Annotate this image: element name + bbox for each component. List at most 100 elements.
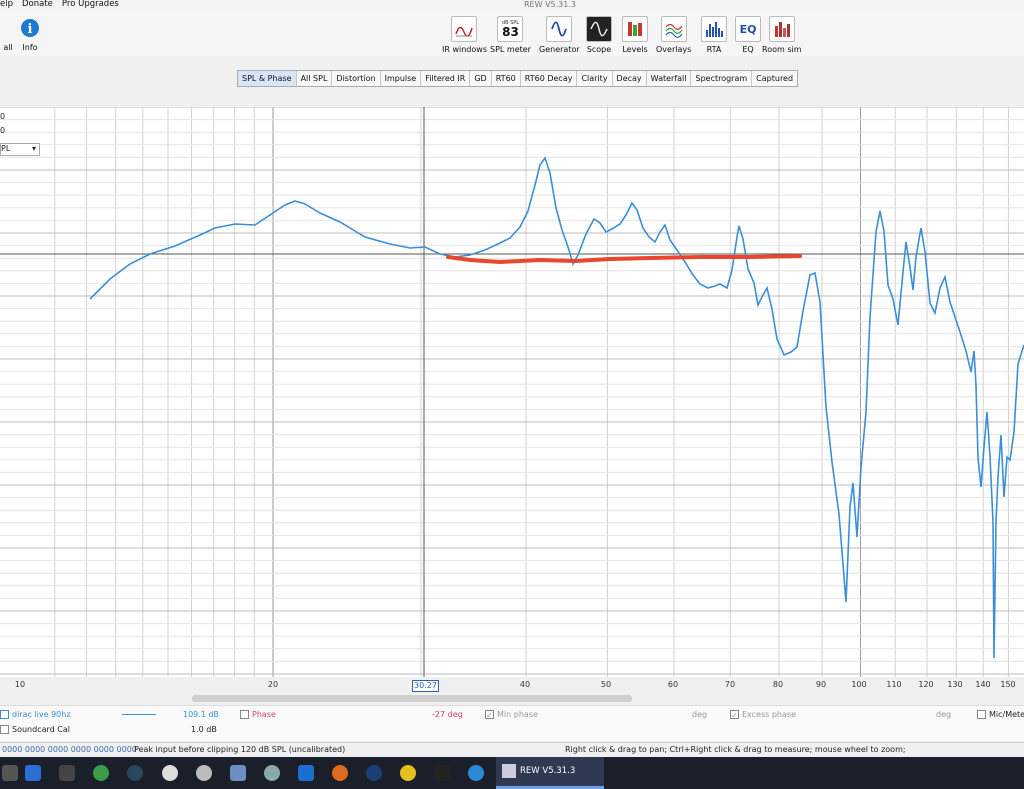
taskbar-chrome-icon[interactable] <box>400 765 416 781</box>
taskbar-ea-icon[interactable] <box>332 765 348 781</box>
trace-legend: dirac live 90hz 109.1 dB Soundcard Cal 1… <box>0 705 1024 741</box>
rta-button[interactable]: RTA <box>701 16 727 54</box>
info-icon: i <box>18 16 42 40</box>
x-tick-label: 10 <box>14 680 26 689</box>
taskbar-edge-icon[interactable] <box>468 765 484 781</box>
tab-impulse[interactable]: Impulse <box>381 71 422 86</box>
taskbar-app-icon[interactable] <box>2 765 18 781</box>
tab-rt60[interactable]: RT60 <box>492 71 521 86</box>
graph-control-2[interactable]: 0 <box>0 126 5 135</box>
all-icon <box>0 16 20 40</box>
taskbar-app-icon[interactable] <box>25 765 41 781</box>
min-phase-unit: deg <box>692 710 708 719</box>
scope-button[interactable]: Scope <box>586 16 612 54</box>
mic-meter-checkbox[interactable] <box>977 710 986 719</box>
phase-value: -27 deg <box>432 710 463 719</box>
status-hint: Right click & drag to pan; Ctrl+Right cl… <box>565 745 906 754</box>
taskbar-rew-window-button[interactable]: REW V5.31.3 <box>496 757 604 789</box>
taskbar: REW V5.31.3 <box>0 757 1024 789</box>
tab-gd[interactable]: GD <box>470 71 492 86</box>
min-phase-checkbox[interactable]: ✓ <box>485 710 494 720</box>
spl-graph[interactable]: 0 0 PL ▾ <box>0 107 1024 677</box>
mic-meter-label: Mic/Mete <box>989 710 1024 719</box>
tab-clarity[interactable]: Clarity <box>577 71 613 86</box>
graph-control-1[interactable]: 0 <box>0 112 5 121</box>
status-peak-input: Peak input before clipping 120 dB SPL (u… <box>134 745 346 754</box>
eq-icon: EQ <box>735 16 761 42</box>
x-tick-label: 40 <box>519 680 531 689</box>
spl-chart[interactable] <box>0 107 1024 677</box>
soundcard-checkbox[interactable] <box>0 725 9 734</box>
x-tick-label: 110 <box>886 680 902 689</box>
taskbar-stopwatch-icon[interactable] <box>196 765 212 781</box>
soundcard-value: 1.0 dB <box>191 725 217 734</box>
room-sim-icon <box>768 16 795 42</box>
overlays-button[interactable]: Overlays <box>656 16 691 54</box>
rta-icon <box>701 16 727 42</box>
status-hex-readout: 0000 0000 0000 0000 0000 0000 <box>2 745 137 754</box>
x-tick-label: 60 <box>667 680 679 689</box>
taskbar-app-icon[interactable] <box>162 765 178 781</box>
x-tick-label: 140 <box>975 680 991 689</box>
status-bar: 0000 0000 0000 0000 0000 0000 Peak input… <box>0 742 1024 757</box>
all-label: all <box>3 43 13 52</box>
generator-label: Generator <box>539 45 580 54</box>
tab-spl-phase[interactable]: SPL & Phase <box>238 71 297 86</box>
main-toolbar: all i Info IR windows dB SPL 83 SPL mete… <box>0 12 1024 56</box>
spl-meter-button[interactable]: dB SPL 83 SPL meter <box>490 16 531 54</box>
eq-button[interactable]: EQ EQ <box>735 16 761 54</box>
min-phase-label: Min phase <box>497 710 538 719</box>
overlays-icon <box>660 16 687 42</box>
excess-phase-checkbox[interactable]: ✓ <box>730 710 739 720</box>
svg-text:i: i <box>28 22 33 37</box>
window-title: REW V5.31.3 <box>524 0 576 9</box>
x-tick-label: 100 <box>851 680 867 689</box>
rew-icon <box>502 764 516 778</box>
tab-filtered-ir[interactable]: Filtered IR <box>421 71 471 86</box>
taskbar-outlook-icon[interactable] <box>298 765 314 781</box>
excess-phase-row: ✓ Excess phase <box>730 710 796 720</box>
taskbar-terminal-icon[interactable] <box>59 765 75 781</box>
trace-row: dirac live 90hz <box>0 710 71 719</box>
tab-rt60-decay[interactable]: RT60 Decay <box>521 71 578 86</box>
chevron-down-icon: ▾ <box>31 144 36 153</box>
tab-waterfall[interactable]: Waterfall <box>647 71 692 86</box>
trace-checkbox[interactable] <box>0 710 9 719</box>
phase-row: Phase <box>240 710 276 719</box>
tab-decay[interactable]: Decay <box>613 71 647 86</box>
overlays-label: Overlays <box>656 45 692 54</box>
excess-phase-unit: deg <box>936 710 952 719</box>
ir-windows-button[interactable]: IR windows <box>442 16 487 54</box>
room-sim-button[interactable]: Room sim <box>762 16 802 54</box>
levels-label: Levels <box>622 45 648 54</box>
graph-mode-select[interactable]: PL ▾ <box>0 143 40 156</box>
info-label: Info <box>22 43 38 52</box>
taskbar-app-icon[interactable] <box>434 765 450 781</box>
horizontal-scrollbar[interactable] <box>192 695 632 702</box>
graph-tab-bar: SPL & Phase All SPL Distortion Impulse F… <box>237 70 799 87</box>
x-tick-label: 50 <box>600 680 612 689</box>
x-tick-label: 90 <box>815 680 827 689</box>
levels-button[interactable]: Levels <box>622 16 648 54</box>
tab-all-spl[interactable]: All SPL <box>297 71 333 86</box>
taskbar-steam-icon[interactable] <box>127 765 143 781</box>
taskbar-app-icon[interactable] <box>366 765 382 781</box>
soundcard-row: Soundcard Cal <box>0 725 70 734</box>
taskbar-app-icon[interactable] <box>264 765 280 781</box>
taskbar-app-icon[interactable] <box>93 765 109 781</box>
eq-label: EQ <box>742 45 754 54</box>
spl-meter-label: SPL meter <box>490 45 531 54</box>
info-button[interactable]: i Info <box>18 16 42 52</box>
levels-icon <box>622 16 648 42</box>
all-button[interactable]: all <box>0 16 20 52</box>
rta-label: RTA <box>706 45 722 54</box>
taskbar-calculator-icon[interactable] <box>230 765 246 781</box>
tab-distortion[interactable]: Distortion <box>332 71 381 86</box>
tab-captured[interactable]: Captured <box>752 71 797 86</box>
soundcard-label: Soundcard Cal <box>12 725 70 734</box>
generator-button[interactable]: Generator <box>539 16 580 54</box>
mic-meter-row: Mic/Mete <box>977 710 1024 719</box>
tab-spectrogram[interactable]: Spectrogram <box>691 71 753 86</box>
phase-checkbox[interactable] <box>240 710 249 719</box>
excess-phase-label: Excess phase <box>742 710 796 719</box>
